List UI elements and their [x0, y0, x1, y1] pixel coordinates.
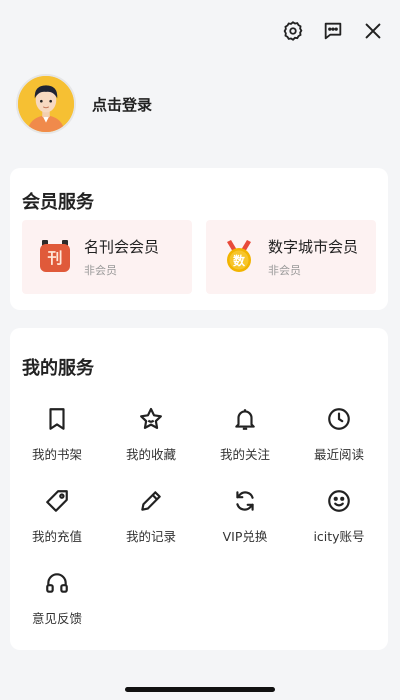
service-icity-account[interactable]: icity账号	[292, 482, 386, 552]
clock-icon	[326, 406, 352, 432]
member-item-mingkan[interactable]: 刊 名刊会会员 非会员	[22, 220, 192, 294]
bell-icon	[232, 406, 258, 432]
settings-icon	[283, 21, 303, 41]
tag-icon	[44, 488, 70, 514]
user-avatar-icon	[18, 76, 74, 132]
service-label: 意见反馈	[31, 611, 82, 626]
close-icon	[365, 23, 381, 39]
pencil-icon	[138, 488, 164, 514]
member-status: 非会员	[84, 264, 117, 277]
service-recent[interactable]: 最近阅读	[292, 400, 386, 470]
smile-icon	[326, 488, 352, 514]
service-label: 我的收藏	[125, 447, 176, 462]
service-label: VIP兑换	[222, 529, 268, 544]
service-bookshelf[interactable]: 我的书架	[10, 400, 104, 470]
service-feedback[interactable]: 意见反馈	[10, 564, 104, 634]
message-icon	[324, 22, 342, 40]
service-label: 我的记录	[125, 529, 176, 544]
headphones-icon	[44, 570, 70, 596]
mingkan-badge-text: 刊	[47, 249, 62, 267]
medal-icon: 数	[227, 240, 251, 272]
close-button[interactable]	[360, 18, 386, 44]
refresh-icon	[232, 488, 258, 514]
top-bar	[280, 18, 386, 44]
service-recharge[interactable]: 我的充值	[10, 482, 104, 552]
member-item-digital-city[interactable]: 数 数字城市会员 非会员	[206, 220, 376, 294]
home-indicator[interactable]	[125, 687, 275, 692]
star-icon	[138, 406, 164, 432]
service-vip-redeem[interactable]: VIP兑换	[198, 482, 292, 552]
services-title: 我的服务	[22, 358, 94, 379]
service-label: icity账号	[313, 529, 365, 544]
member-name: 名刊会会员	[84, 238, 160, 256]
service-records[interactable]: 我的记录	[104, 482, 198, 552]
service-label: 我的充值	[31, 529, 82, 544]
settings-button[interactable]	[280, 18, 306, 44]
message-button[interactable]	[320, 18, 346, 44]
services-card: 我的服务 我的书架 我的收藏 我的关注 最近阅读 我的充值 我的记录 VIP兑换…	[10, 328, 388, 650]
membership-title: 会员服务	[22, 192, 94, 213]
service-label: 我的书架	[31, 447, 82, 462]
service-label: 最近阅读	[313, 447, 364, 462]
login-link[interactable]: 点击登录	[92, 94, 152, 115]
member-status: 非会员	[268, 264, 301, 277]
service-favorites[interactable]: 我的收藏	[104, 400, 198, 470]
member-name: 数字城市会员	[268, 238, 359, 256]
bookmark-icon	[44, 406, 70, 432]
profile-header[interactable]: 点击登录	[16, 74, 152, 134]
service-label: 我的关注	[219, 447, 270, 462]
service-follows[interactable]: 我的关注	[198, 400, 292, 470]
membership-card: 会员服务 刊 名刊会会员 非会员 数 数字城市会员 非会员	[10, 168, 388, 310]
magazine-badge-icon: 刊	[40, 240, 70, 272]
digital-city-badge-text: 数	[233, 253, 246, 268]
avatar[interactable]	[16, 74, 76, 134]
